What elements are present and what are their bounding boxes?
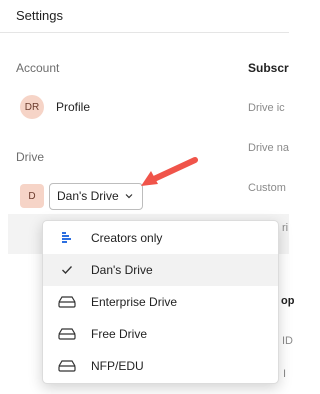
- check-icon: [58, 263, 76, 277]
- sidebar-item-label: Profile: [56, 100, 91, 114]
- menu-item-free-drive[interactable]: Free Drive: [43, 318, 278, 350]
- right-fragment: ri: [282, 222, 289, 234]
- section-account-label: Account: [16, 61, 60, 75]
- drive-select-value: Dan's Drive: [57, 189, 119, 203]
- section-drive-label: Drive: [16, 150, 45, 164]
- menu-item-label: Creators only: [91, 231, 163, 245]
- window-title: Settings: [16, 8, 63, 23]
- title-bar: Settings: [0, 0, 289, 33]
- drive-dropdown-menu: Creators only Dan's Drive Enterprise Dri…: [42, 220, 279, 384]
- drive-select[interactable]: Dan's Drive: [49, 182, 143, 210]
- right-fragment: ID: [282, 335, 293, 347]
- drive-icon: [58, 327, 76, 341]
- menu-item-enterprise-drive[interactable]: Enterprise Drive: [43, 286, 278, 318]
- menu-item-label: Free Drive: [91, 327, 148, 341]
- right-fragment: op: [281, 295, 295, 307]
- annotation-arrow-icon: [141, 157, 198, 186]
- menu-item-nfp-edu[interactable]: NFP/EDU: [43, 350, 278, 382]
- drive-avatar: D: [20, 184, 44, 208]
- drive-icon: [58, 295, 76, 309]
- menu-item-dans-drive[interactable]: Dan's Drive: [43, 254, 278, 286]
- custom-label: Custom: [248, 182, 286, 194]
- creators-icon: [58, 231, 76, 245]
- drive-icon: [58, 359, 76, 373]
- sidebar-item-profile[interactable]: DR Profile: [20, 95, 220, 119]
- menu-item-label: Dan's Drive: [91, 263, 153, 277]
- settings-window: Settings Account DR Profile Drive D Dan'…: [0, 0, 294, 394]
- drive-name-label: Drive na: [248, 142, 289, 154]
- right-fragment: I: [283, 368, 287, 380]
- menu-item-label: Enterprise Drive: [91, 295, 178, 309]
- subscription-heading: Subscr: [248, 61, 289, 75]
- avatar: DR: [20, 95, 44, 119]
- chevron-down-icon: [125, 194, 133, 199]
- drive-icon-label: Drive ic: [248, 102, 285, 114]
- menu-item-creators-only[interactable]: Creators only: [43, 222, 278, 254]
- drive-row: D Dan's Drive: [20, 182, 143, 210]
- menu-item-label: NFP/EDU: [91, 359, 144, 373]
